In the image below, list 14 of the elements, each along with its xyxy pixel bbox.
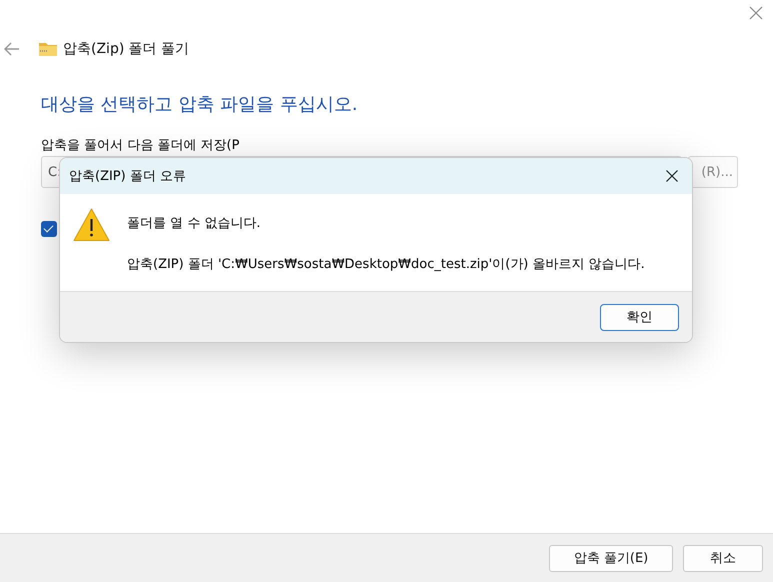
error-message: 폴더를 열 수 없습니다. [127, 215, 262, 232]
cancel-button[interactable]: 취소 [683, 544, 763, 572]
warning-icon [73, 208, 110, 242]
checkbox[interactable] [41, 221, 57, 237]
dialog-title: 압축(ZIP) 폴더 오류 [69, 168, 186, 185]
error-detail: 압축(ZIP) 폴더 'C:₩Users₩sosta₩Desktop₩doc_test.zip'이(가) 올바르지 않습니다. [127, 256, 645, 273]
destination-label: 압축을 풀어서 다음 폴더에 저장(P [41, 138, 240, 154]
zip-folder-icon [39, 42, 57, 56]
extract-button[interactable]: 압축 풀기(E) [549, 544, 673, 572]
instruction-heading: 대상을 선택하고 압축 파일을 푸십시오. [41, 93, 359, 116]
window-title: 압축(Zip) 폴더 풀기 [63, 40, 190, 58]
back-arrow-icon[interactable] [4, 42, 20, 56]
ok-button[interactable]: 확인 [600, 304, 679, 330]
close-icon[interactable] [666, 170, 678, 182]
